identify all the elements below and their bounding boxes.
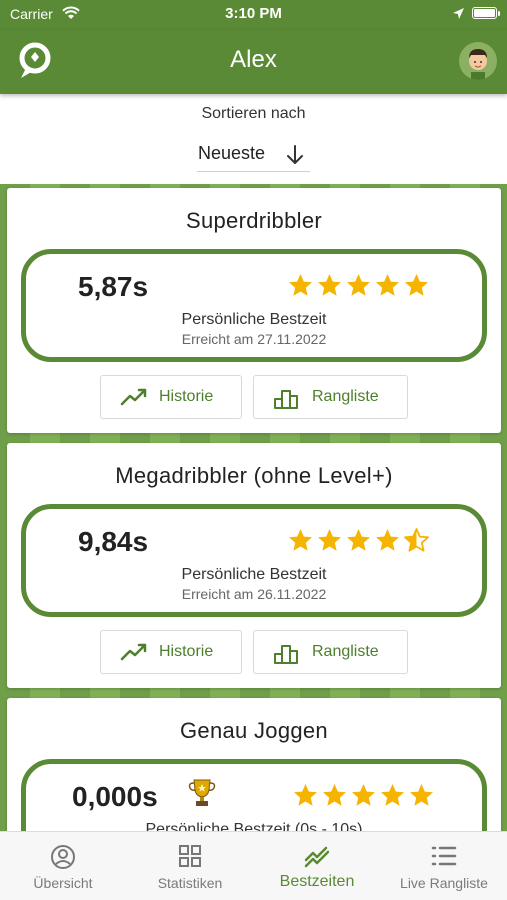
star-icon: [378, 783, 407, 807]
best-time-value: 5,87s: [78, 271, 149, 302]
ranking-label: Rangliste: [312, 643, 379, 660]
exercise-title: Megadribbler (ohne Level+): [115, 463, 393, 488]
tab-best-times[interactable]: Bestzeiten: [254, 832, 380, 900]
star-icon: [407, 783, 436, 807]
star-rating: [291, 783, 436, 807]
star-icon: [286, 528, 315, 552]
sort-label: Sortieren nach: [201, 105, 306, 122]
star-icon: [402, 273, 431, 297]
best-time-label: Persönliche Bestzeit: [181, 311, 327, 328]
star-icon: [286, 273, 315, 297]
star-icon: [373, 528, 402, 552]
star-rating: [286, 528, 431, 552]
achieved-date: Erreicht am 27.11.2022: [181, 331, 327, 347]
grid-icon: [127, 844, 253, 873]
podium-icon: [273, 387, 301, 414]
ranking-button[interactable]: Rangliste: [253, 375, 408, 419]
best-time-value: 0,000s: [72, 781, 158, 812]
achieved-date: Erreicht am 26.11.2022: [181, 586, 327, 602]
best-time-label: Persönliche Bestzeit (0s - 10s): [145, 821, 363, 831]
arrow-down-icon: [285, 144, 305, 171]
history-button[interactable]: Historie: [100, 375, 242, 419]
ranking-button[interactable]: Rangliste: [253, 630, 408, 674]
best-times-list[interactable]: Superdribbler 5,87s Persönliche Bestzeit…: [0, 184, 507, 831]
exercise-card: Genau Joggen 0,000s Persönliche Bestzeit…: [7, 698, 501, 831]
trend-icon: [120, 642, 148, 667]
tab-overview[interactable]: Übersicht: [0, 832, 126, 900]
status-bar: Carrier 3:10 PM: [0, 0, 507, 30]
tab-label: Statistiken: [157, 875, 223, 891]
list-icon: [381, 844, 507, 873]
avatar[interactable]: [459, 42, 497, 80]
status-time: 3:10 PM: [225, 5, 282, 22]
trend-icon: [254, 844, 380, 873]
exercise-card: Megadribbler (ohne Level+) 9,84s Persönl…: [7, 443, 501, 688]
exercise-title: Genau Joggen: [180, 718, 328, 743]
best-time-value: 9,84s: [78, 526, 149, 557]
battery-icon: [472, 7, 497, 19]
star-icon: [291, 783, 320, 807]
sort-value: Neueste: [198, 143, 266, 163]
history-label: Historie: [159, 388, 214, 405]
tab-label: Live Rangliste: [400, 875, 488, 891]
best-time-box: 0,000s Persönliche Bestzeit (0s - 10s): [21, 759, 487, 831]
page-title: Alex: [230, 46, 277, 73]
person-circle-icon: [0, 844, 126, 875]
tab-label: Übersicht: [33, 875, 93, 891]
exercise-card: Superdribbler 5,87s Persönliche Bestzeit…: [7, 188, 501, 433]
trophy-icon: [186, 776, 218, 813]
best-time-box: 9,84s Persönliche Bestzeit Erreicht am 2…: [21, 504, 487, 617]
star-icon: [315, 528, 344, 552]
star-icon: [315, 273, 344, 297]
location-icon: [452, 7, 465, 25]
podium-icon: [273, 642, 301, 669]
tab-label: Bestzeiten: [279, 873, 355, 890]
sort-dropdown[interactable]: Neueste: [197, 138, 310, 172]
best-time-label: Persönliche Bestzeit: [181, 566, 327, 583]
exercise-title: Superdribbler: [186, 208, 322, 233]
history-label: Historie: [159, 643, 214, 660]
tab-statistics[interactable]: Statistiken: [127, 832, 253, 900]
sort-section: Sortieren nach Neueste: [0, 94, 507, 184]
history-button[interactable]: Historie: [100, 630, 242, 674]
best-time-box: 5,87s Persönliche Bestzeit Erreicht am 2…: [21, 249, 487, 362]
star-icon: [373, 273, 402, 297]
star-icon: [344, 528, 373, 552]
star-rating: [286, 273, 431, 297]
half-star-icon: [402, 528, 431, 552]
ranking-label: Rangliste: [312, 388, 379, 405]
star-icon: [320, 783, 349, 807]
trend-icon: [120, 387, 148, 412]
star-icon: [349, 783, 378, 807]
star-icon: [344, 273, 373, 297]
tab-bar: Übersicht Statistiken Bestzeiten Live Ra…: [0, 831, 507, 900]
app-header: Alex: [0, 30, 507, 94]
tab-live-ranking[interactable]: Live Rangliste: [381, 832, 507, 900]
